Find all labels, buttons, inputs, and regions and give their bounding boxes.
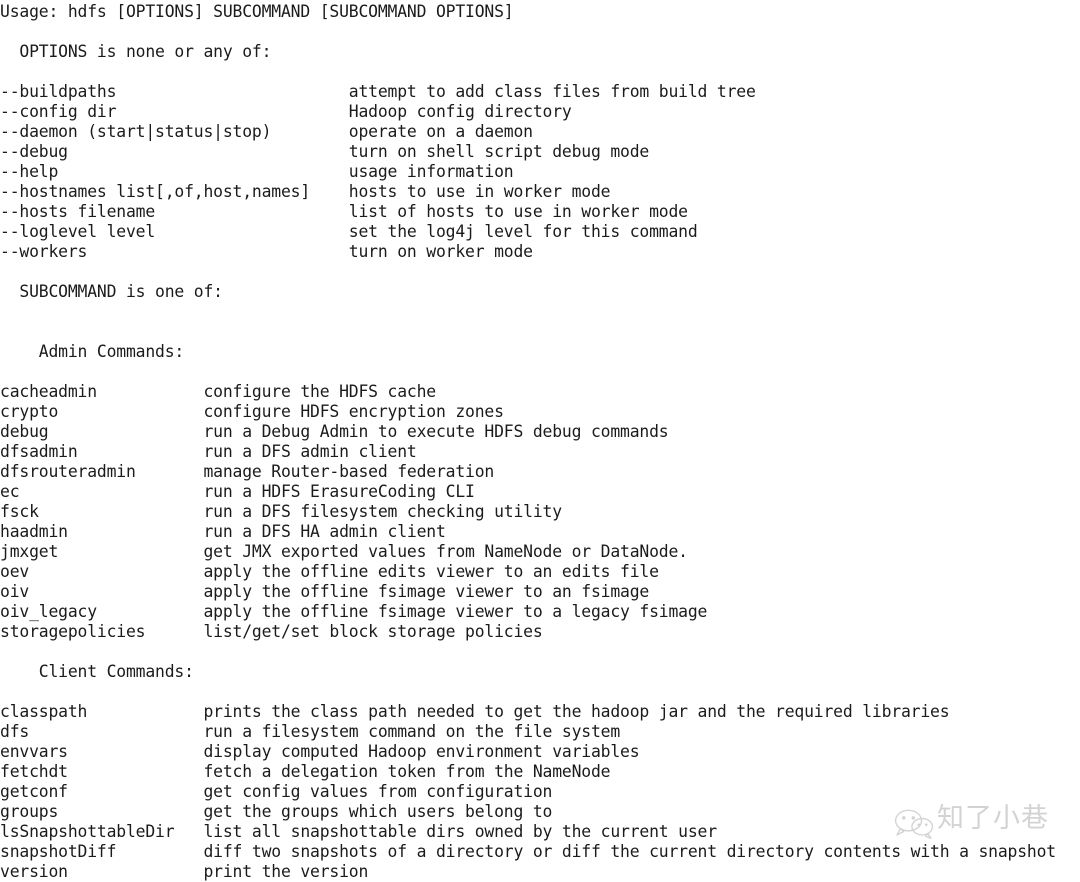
admin-command-row: haadmin run a DFS HA admin client — [0, 522, 446, 541]
admin-command-row: oiv apply the offline fsimage viewer to … — [0, 582, 650, 601]
admin-command-row: fsck run a DFS filesystem checking utili… — [0, 502, 562, 521]
client-command-row: getconf get config values from configura… — [0, 782, 553, 801]
admin-command-row: oev apply the offline edits viewer to an… — [0, 562, 659, 581]
admin-command-row: debug run a Debug Admin to execute HDFS … — [0, 422, 669, 441]
client-command-row: version print the version — [0, 862, 369, 881]
admin-command-row: ec run a HDFS ErasureCoding CLI — [0, 482, 475, 501]
subcommand-header: SUBCOMMAND is one of: — [0, 282, 223, 301]
option-row: --loglevel level set the log4j level for… — [0, 222, 698, 241]
option-row: --buildpaths attempt to add class files … — [0, 82, 756, 101]
client-command-row: lsSnapshottableDir list all snapshottabl… — [0, 822, 717, 841]
client-command-row: dfs run a filesystem command on the file… — [0, 722, 621, 741]
client-command-row: groups get the groups which users belong… — [0, 802, 553, 821]
admin-command-row: crypto configure HDFS encryption zones — [0, 402, 504, 421]
client-commands-header: Client Commands: — [0, 662, 194, 681]
console-text: Usage: hdfs [OPTIONS] SUBCOMMAND [SUBCOM… — [0, 2, 1080, 882]
option-row: --daemon (start|status|stop) operate on … — [0, 122, 533, 141]
option-row: --hosts filename list of hosts to use in… — [0, 202, 688, 221]
option-row: --help usage information — [0, 162, 514, 181]
client-command-row: snapshotDiff diff two snapshots of a dir… — [0, 842, 1056, 861]
options-header: OPTIONS is none or any of: — [0, 42, 272, 61]
client-command-row: fetchdt fetch a delegation token from th… — [0, 762, 611, 781]
admin-command-row: dfsrouteradmin manage Router-based feder… — [0, 462, 495, 481]
option-row: --workers turn on worker mode — [0, 242, 533, 261]
admin-command-row: oiv_legacy apply the offline fsimage vie… — [0, 602, 708, 621]
usage-line: Usage: hdfs [OPTIONS] SUBCOMMAND [SUBCOM… — [0, 2, 514, 21]
admin-command-row: cacheadmin configure the HDFS cache — [0, 382, 436, 401]
terminal-output: Usage: hdfs [OPTIONS] SUBCOMMAND [SUBCOM… — [0, 0, 1080, 881]
option-row: --debug turn on shell script debug mode — [0, 142, 650, 161]
option-row: --config dir Hadoop config directory — [0, 102, 572, 121]
admin-commands-header: Admin Commands: — [0, 342, 185, 361]
admin-command-row: jmxget get JMX exported values from Name… — [0, 542, 688, 561]
option-row: --hostnames list[,of,host,names] hosts t… — [0, 182, 611, 201]
client-command-row: envvars display computed Hadoop environm… — [0, 742, 640, 761]
admin-command-row: dfsadmin run a DFS admin client — [0, 442, 417, 461]
client-command-row: classpath prints the class path needed t… — [0, 702, 950, 721]
admin-command-row: storagepolicies list/get/set block stora… — [0, 622, 543, 641]
